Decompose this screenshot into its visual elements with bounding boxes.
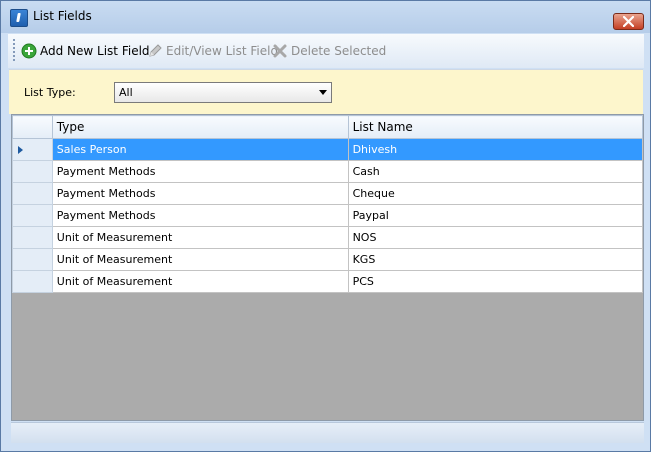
table-row[interactable]: Sales Person Dhivesh: [12, 138, 644, 161]
status-bar: [11, 422, 644, 443]
cell-list-name[interactable]: Cheque: [347, 182, 644, 205]
toolbar: Add New List Field Edit/View List Field …: [8, 34, 644, 68]
row-selector[interactable]: [12, 270, 53, 293]
toolbar-grip[interactable]: [13, 38, 15, 62]
cell-list-name[interactable]: KGS: [347, 248, 644, 271]
cell-type[interactable]: Sales Person: [51, 138, 349, 161]
add-icon: [21, 43, 37, 59]
row-selector[interactable]: [12, 226, 53, 249]
table-row[interactable]: Payment Methods Cheque: [12, 182, 644, 205]
grid-table: Type List Name Sales Person Dhivesh Paym…: [12, 115, 644, 293]
app-icon: [10, 9, 28, 27]
delete-icon: [273, 44, 287, 58]
cell-list-name[interactable]: Paypal: [347, 204, 644, 227]
close-icon: [623, 16, 634, 27]
cell-type[interactable]: Payment Methods: [51, 160, 349, 183]
table-row[interactable]: Unit of Measurement KGS: [12, 248, 644, 271]
cell-list-name[interactable]: PCS: [347, 270, 644, 293]
cell-type[interactable]: Payment Methods: [51, 182, 349, 205]
pencil-icon: [149, 44, 162, 57]
close-button[interactable]: [613, 13, 644, 30]
column-header-list-name[interactable]: List Name: [347, 115, 644, 139]
delete-selected-button[interactable]: Delete Selected: [272, 42, 386, 60]
cell-list-name[interactable]: NOS: [347, 226, 644, 249]
cell-type[interactable]: Payment Methods: [51, 204, 349, 227]
cell-type[interactable]: Unit of Measurement: [51, 226, 349, 249]
cell-list-name[interactable]: Dhivesh: [347, 138, 644, 161]
current-row-arrow-icon: [18, 145, 23, 154]
table-row[interactable]: Payment Methods Cash: [12, 160, 644, 183]
row-selector[interactable]: [12, 160, 53, 183]
row-selector[interactable]: [12, 138, 53, 161]
list-fields-grid: Type List Name Sales Person Dhivesh Paym…: [11, 114, 644, 421]
grid-header-row: Type List Name: [12, 115, 644, 139]
add-list-field-button[interactable]: Add New List Field: [21, 42, 150, 60]
window-title: List Fields: [33, 9, 92, 23]
row-selector[interactable]: [12, 204, 53, 227]
title-bar[interactable]: List Fields: [1, 1, 650, 33]
cell-list-name[interactable]: Cash: [347, 160, 644, 183]
chevron-down-icon[interactable]: [319, 90, 327, 95]
cell-type[interactable]: Unit of Measurement: [51, 248, 349, 271]
list-fields-window: List Fields Add New List Field Edit/View…: [0, 0, 651, 452]
table-row[interactable]: Unit of Measurement NOS: [12, 226, 644, 249]
row-selector[interactable]: [12, 182, 53, 205]
list-type-value: All: [119, 86, 133, 99]
list-type-dropdown[interactable]: All: [114, 82, 332, 103]
column-header-type[interactable]: Type: [51, 115, 349, 139]
delete-selected-label: Delete Selected: [291, 44, 387, 58]
row-header-corner[interactable]: [12, 115, 53, 139]
table-row[interactable]: Payment Methods Paypal: [12, 204, 644, 227]
filter-panel: List Type: All: [9, 69, 643, 114]
add-list-field-label: Add New List Field: [40, 44, 150, 58]
edit-list-field-label: Edit/View List Field: [166, 44, 279, 58]
edit-list-field-button[interactable]: Edit/View List Field: [147, 42, 278, 60]
row-selector[interactable]: [12, 248, 53, 271]
list-type-label: List Type:: [24, 86, 76, 99]
cell-type[interactable]: Unit of Measurement: [51, 270, 349, 293]
table-row[interactable]: Unit of Measurement PCS: [12, 270, 644, 293]
